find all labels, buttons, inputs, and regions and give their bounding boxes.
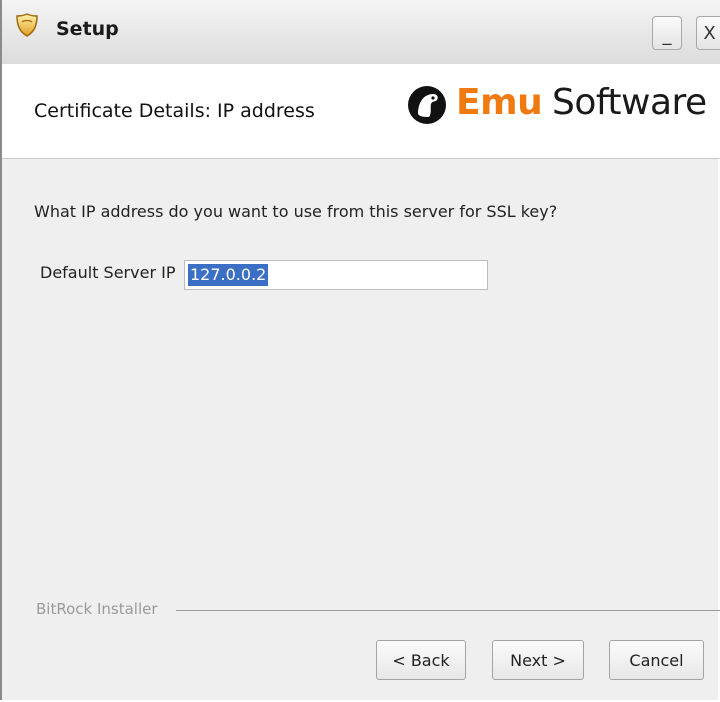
back-button[interactable]: < Back xyxy=(376,640,466,680)
footer-divider xyxy=(176,610,720,611)
ip-input-value: 127.0.0.2 xyxy=(188,264,269,286)
logo-text-software: Software xyxy=(552,82,707,123)
minimize-icon: _ xyxy=(662,25,672,46)
close-button[interactable]: X xyxy=(696,16,720,50)
setup-shield-icon xyxy=(14,12,40,38)
default-server-ip-input[interactable]: 127.0.0.2 xyxy=(184,260,488,290)
ip-question-text: What IP address do you want to use from … xyxy=(34,202,558,221)
installer-brand-label: BitRock Installer xyxy=(36,600,158,618)
close-icon: X xyxy=(703,23,716,44)
cancel-button[interactable]: Cancel xyxy=(609,640,704,680)
title-bar[interactable]: Setup _ X xyxy=(2,0,720,65)
setup-window: Setup _ X Certificate Details: IP addres… xyxy=(0,0,720,700)
emu-logo-icon xyxy=(406,84,448,126)
window-title: Setup xyxy=(56,18,119,40)
default-server-ip-label: Default Server IP xyxy=(40,263,176,282)
next-button[interactable]: Next > xyxy=(492,640,584,680)
page-title: Certificate Details: IP address xyxy=(34,100,315,122)
minimize-button[interactable]: _ xyxy=(652,16,682,50)
wizard-header: Certificate Details: IP address Emu Soft… xyxy=(2,64,720,159)
logo-text-emu: Emu xyxy=(456,82,543,123)
